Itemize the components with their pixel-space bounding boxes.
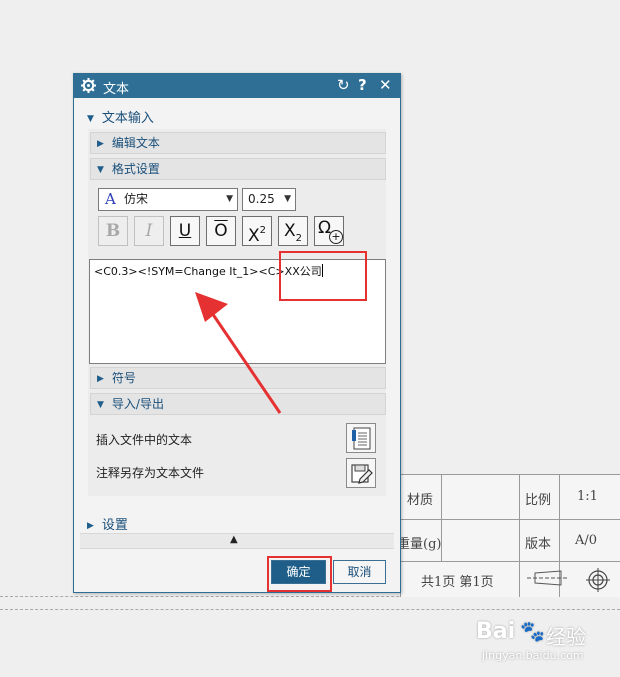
expand-triangle-icon: ▶ (97, 374, 104, 384)
gear-icon (81, 78, 96, 93)
material-label: 材质 (407, 493, 434, 508)
paw-icon: 🐾 (520, 619, 545, 643)
chevron-down-icon: ▼ (226, 194, 233, 204)
dialog-title-bar[interactable]: 文本 ↻ ? ✕ (74, 74, 400, 98)
reset-icon[interactable]: ↻ (337, 77, 350, 94)
chevron-down-icon: ▼ (284, 194, 291, 204)
chevron-up-icon: ▲ (230, 534, 238, 545)
size-select[interactable]: 0.25 ▼ (242, 188, 296, 211)
superscript-button[interactable]: X2 (242, 216, 272, 246)
annotation-arrow (195, 292, 282, 414)
collapse-triangle-icon: ▼ (97, 165, 104, 175)
watermark-brand-suffix: 经验 (546, 625, 586, 649)
font-select[interactable]: A 仿宋 ▼ (98, 188, 238, 211)
watermark-brand: Bai (476, 619, 516, 644)
close-icon[interactable]: ✕ (379, 77, 392, 94)
collapse-triangle-icon: ▼ (97, 400, 104, 410)
weight-label: 重量(g) (397, 537, 442, 552)
page-count-label: 共1页 第1页 (421, 575, 494, 590)
title-block: 材质 比例 1:1 重量(g) 版本 A/0 共1页 第1页 (397, 474, 620, 597)
scale-label: 比例 (525, 493, 552, 508)
scale-value: 1:1 (577, 489, 598, 504)
projection-symbol-icon (527, 570, 567, 586)
projection-circle-icon (586, 568, 610, 592)
expand-triangle-icon: ▶ (97, 139, 104, 149)
dialog-title: 文本 (103, 82, 130, 97)
import-text-button[interactable] (346, 423, 376, 453)
import-label: 插入文件中的文本 (96, 433, 193, 447)
underline-button[interactable]: U (170, 216, 200, 246)
bold-button[interactable]: B (98, 216, 128, 246)
export-text-button[interactable] (346, 458, 376, 488)
export-label: 注释另存为文本文件 (96, 466, 205, 480)
font-value: 仿宋 (124, 192, 149, 206)
section-text-input[interactable]: ▼ 文本输入 (87, 107, 154, 126)
watermark-url: jingyan.baidu.com (482, 649, 584, 662)
version-value: A/0 (575, 533, 598, 548)
cancel-button[interactable]: 取消 (333, 560, 386, 584)
collapse-triangle-icon: ▼ (87, 114, 94, 124)
size-value: 0.25 (248, 192, 275, 206)
border-line-lower (0, 609, 620, 610)
insert-symbol-button[interactable]: Ω + (314, 216, 344, 246)
help-icon[interactable]: ? (358, 77, 367, 94)
expand-triangle-icon: ▶ (87, 521, 94, 531)
annotation-ok-highlight (267, 556, 332, 592)
plus-circle-icon: + (329, 230, 343, 244)
subsection-edit-text[interactable]: ▶ 编辑文本 (90, 132, 386, 154)
italic-button[interactable]: I (134, 216, 164, 246)
font-a-icon: A (105, 190, 116, 208)
document-import-icon (352, 427, 371, 450)
expand-bar[interactable]: ▲ (80, 533, 394, 549)
save-edit-icon (351, 464, 373, 484)
subscript-button[interactable]: X2 (278, 216, 308, 246)
overline-button[interactable]: O (206, 216, 236, 246)
subsection-format[interactable]: ▼ 格式设置 (90, 158, 386, 180)
text-code: <C0.3><!SYM=Change It_1><C> (94, 265, 285, 278)
watermark: Bai 🐾 经验 jingyan.baidu.com (476, 619, 616, 669)
section-settings[interactable]: ▶ 设置 (87, 514, 128, 533)
version-label: 版本 (525, 537, 552, 552)
